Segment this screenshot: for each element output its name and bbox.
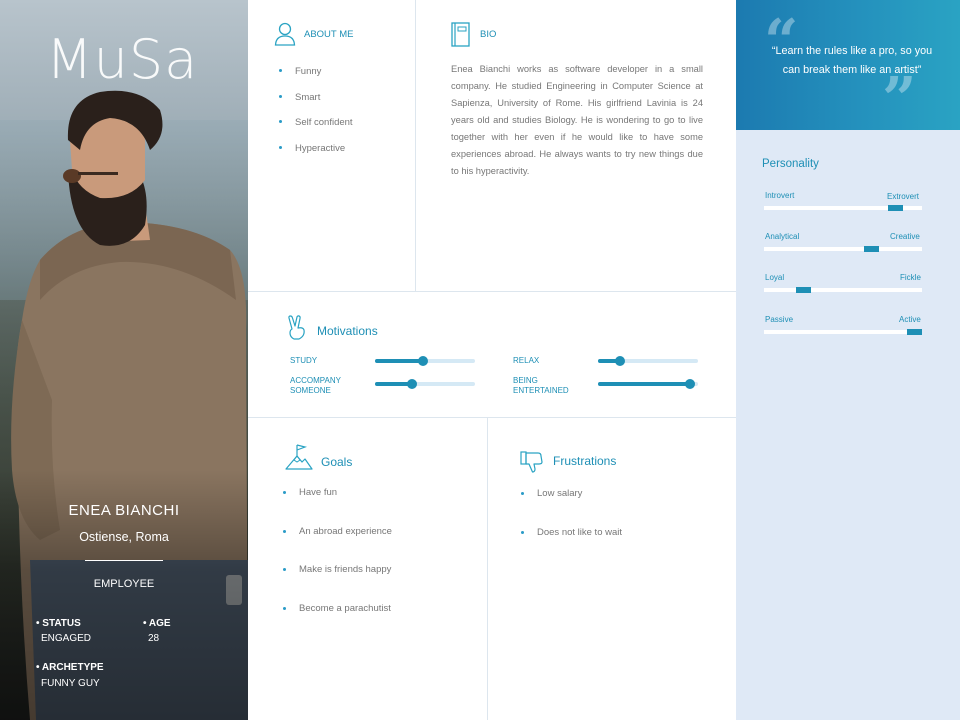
name-divider xyxy=(85,560,163,561)
trait-3-marker xyxy=(796,287,811,293)
goal-bullet-1-dot xyxy=(283,491,286,494)
frustration-item-2: Does not like to wait xyxy=(537,527,623,538)
trait-2-right-label: Creative xyxy=(890,232,920,241)
trait-3-left-label: Loyal xyxy=(765,273,785,282)
goal-item-2: An abroad experience xyxy=(299,526,392,537)
trait-1-right-label: Extrovert xyxy=(887,192,920,201)
goal-item-1: Have fun xyxy=(299,487,338,498)
peace-hand-icon xyxy=(288,315,305,340)
motivation-fill-entertained xyxy=(598,382,690,386)
status-value: ENGAGED xyxy=(41,633,92,644)
frustrations-title: Frustrations xyxy=(553,454,617,468)
bio-title: BIO xyxy=(480,29,497,40)
trait-3-right-label: Fickle xyxy=(900,273,921,282)
status-label: • STATUS xyxy=(36,618,81,629)
bio-text: Enea Bianchi works as software developer… xyxy=(451,64,703,176)
mountain-flag-icon xyxy=(285,444,313,470)
frustration-item-1: Low salary xyxy=(537,488,583,499)
trait-2-track xyxy=(764,246,922,252)
motivation-slider-entertained xyxy=(598,379,698,389)
trait-4-marker xyxy=(906,329,922,335)
person-location: Ostiense, Roma xyxy=(79,530,169,544)
trait-1-left-label: Introvert xyxy=(765,191,795,200)
goals-title: Goals xyxy=(321,455,353,469)
motivation-label-entertained: BEING ENTERTAINED xyxy=(513,376,569,395)
about-bullet-4-dot xyxy=(279,146,282,149)
about-item-4: Hyperactive xyxy=(295,143,346,154)
goal-bullet-2-dot xyxy=(283,530,286,533)
about-item-3: Self confident xyxy=(295,117,353,128)
trait-1-marker xyxy=(887,205,903,211)
trait-4-left-label: Passive xyxy=(765,315,794,324)
divider-about-bio xyxy=(415,0,416,291)
trait-4-right-label: Active xyxy=(899,315,921,324)
motivation-knob-entertained xyxy=(685,379,695,389)
about-bullet-1-dot xyxy=(279,69,282,72)
personality-title: Personality xyxy=(762,158,819,170)
trait-1-track xyxy=(764,205,922,211)
motivation-label-relax: RELAX xyxy=(513,356,540,365)
motivation-label-accompany: ACCOMPANY SOMEONE xyxy=(290,376,341,395)
archetype-value: FUNNY GUY xyxy=(41,678,100,689)
divider-motivations-goals xyxy=(248,417,736,418)
goal-item-4: Become a parachutist xyxy=(299,603,391,614)
motivation-fill-study xyxy=(375,359,423,363)
goal-item-3: Make is friends happy xyxy=(299,564,392,575)
user-icon xyxy=(274,22,296,46)
about-me-title: ABOUT ME xyxy=(304,29,354,40)
motivation-slider-study xyxy=(375,356,475,366)
persona-photo: MuSa ENEA BIANCHI Ostiense, Roma EMPLOYE… xyxy=(0,0,248,720)
about-item-1: Funny xyxy=(295,66,322,77)
trait-4-track xyxy=(764,329,922,335)
archetype-label: • ARCHETYPE xyxy=(36,662,104,673)
age-value: 28 xyxy=(148,633,160,644)
motivation-slider-accompany xyxy=(375,379,475,389)
about-item-2: Smart xyxy=(295,92,321,103)
about-bullet-3-dot xyxy=(279,120,282,123)
goal-bullet-3-dot xyxy=(283,568,286,571)
person-name: ENEA BIANCHI xyxy=(68,502,180,519)
trait-2-marker xyxy=(863,246,879,252)
trait-2-left-label: Analytical xyxy=(765,232,800,241)
about-bullet-2-dot xyxy=(279,95,282,98)
person-role: EMPLOYEE xyxy=(93,578,155,590)
motivations-title: Motivations xyxy=(317,324,378,338)
age-label: • AGE xyxy=(143,618,171,629)
motivation-label-study: STUDY xyxy=(290,356,318,365)
motivation-knob-relax xyxy=(615,356,625,366)
frustration-bullet-2-dot xyxy=(521,531,524,534)
persona-title: MuSa xyxy=(46,28,199,91)
frustration-bullet-1-dot xyxy=(521,492,524,495)
quote-text: “Learn the rules like a pro, so you can … xyxy=(771,45,933,76)
book-icon xyxy=(451,22,470,47)
motivation-slider-relax xyxy=(598,356,698,366)
divider-top-motivations xyxy=(248,291,736,292)
thumbs-down-icon xyxy=(520,451,543,473)
motivation-knob-accompany xyxy=(407,379,417,389)
goal-bullet-4-dot xyxy=(283,607,286,610)
divider-goals-frustrations xyxy=(487,417,488,720)
trait-3-track xyxy=(764,287,922,293)
motivation-knob-study xyxy=(418,356,428,366)
